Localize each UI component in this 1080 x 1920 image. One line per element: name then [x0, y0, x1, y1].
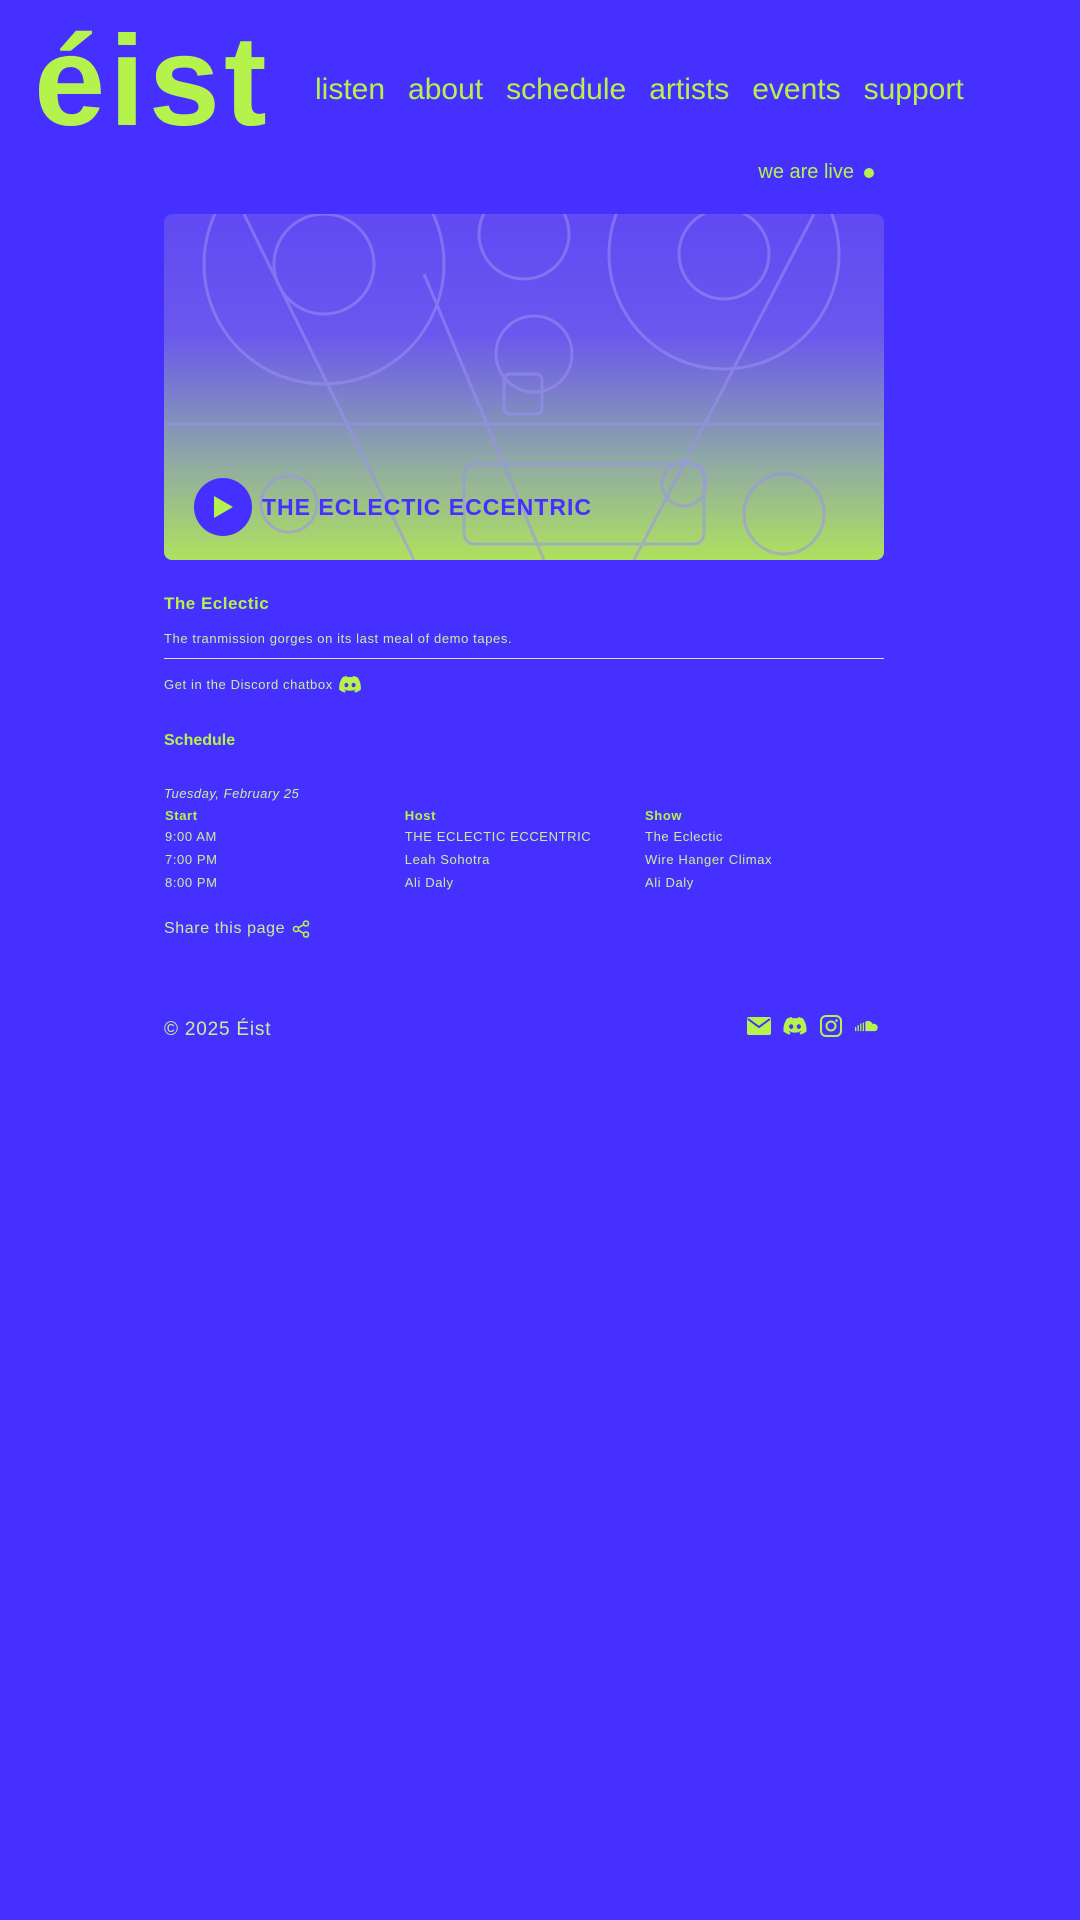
nav-item-events[interactable]: events: [752, 70, 840, 110]
schedule-title: Schedule: [164, 732, 236, 749]
share-label: Share this page: [164, 920, 286, 937]
nav-item-support[interactable]: support: [864, 70, 964, 110]
soundcloud-link[interactable]: [855, 1014, 879, 1038]
divider: [164, 658, 884, 659]
table-row: 9:00 AM THE ECLECTIC ECCENTRIC The Eclec…: [164, 825, 884, 848]
live-indicator: we are live: [758, 161, 874, 184]
schedule-table: Start Host Show 9:00 AM THE ECLECTIC ECC…: [164, 806, 884, 894]
host-cell: Ali Daly: [404, 875, 454, 890]
host-cell: Leah Sohotra: [404, 852, 491, 867]
hero-banner: THE ECLECTIC ECCENTRIC: [164, 214, 884, 560]
discord-chat-link[interactable]: Get in the Discord chatbox: [164, 676, 361, 693]
table-row: 7:00 PM Leah Sohotra Wire Hanger Climax: [164, 848, 884, 871]
site-logo[interactable]: éist: [34, 18, 271, 146]
hero-player: THE ECLECTIC ECCENTRIC: [194, 478, 592, 536]
discord-icon: [338, 676, 361, 693]
show-cell: The Eclectic: [645, 829, 724, 844]
host-cell: THE ECLECTIC ECCENTRIC: [404, 829, 592, 844]
start-cell: 8:00 PM: [165, 875, 218, 890]
live-label: we are live: [758, 161, 854, 183]
column-header-host: Host: [404, 808, 437, 823]
nav-item-about[interactable]: about: [408, 70, 483, 110]
table-header-row: Start Host Show: [164, 806, 884, 825]
hero-show-title[interactable]: THE ECLECTIC ECCENTRIC: [262, 494, 592, 521]
start-cell: 7:00 PM: [165, 852, 218, 867]
nav-item-artists[interactable]: artists: [649, 70, 729, 110]
copyright: © 2025 Éist: [164, 1019, 272, 1040]
show-cell: Wire Hanger Climax: [645, 852, 773, 867]
instagram-link[interactable]: [819, 1014, 843, 1038]
live-dot-icon: [864, 167, 874, 178]
social-links: [747, 1014, 879, 1038]
show-cell: Ali Daly: [645, 875, 694, 890]
discord-icon: [783, 1017, 807, 1035]
email-link[interactable]: [747, 1014, 771, 1038]
nav-item-listen[interactable]: listen: [315, 70, 385, 110]
discord-link[interactable]: [783, 1014, 807, 1038]
show-title: The Eclectic: [164, 594, 270, 613]
play-icon: [214, 496, 233, 518]
start-cell: 9:00 AM: [165, 829, 217, 844]
soundcloud-icon: [855, 1020, 878, 1032]
show-description: The tranmission gorges on its last meal …: [164, 631, 513, 646]
column-header-show: Show: [645, 808, 683, 823]
email-icon: [747, 1017, 771, 1035]
column-header-start: Start: [165, 808, 198, 823]
main-nav: listen about schedule artists events sup…: [315, 70, 964, 110]
schedule-date: Tuesday, February 25: [164, 786, 300, 801]
share-icon: [292, 920, 310, 938]
play-button[interactable]: [194, 478, 252, 536]
table-row: 8:00 PM Ali Daly Ali Daly: [164, 871, 884, 894]
share-page-button[interactable]: Share this page: [164, 920, 310, 938]
discord-chat-label: Get in the Discord chatbox: [164, 677, 333, 692]
nav-item-schedule[interactable]: schedule: [506, 70, 626, 110]
instagram-icon: [820, 1015, 842, 1037]
